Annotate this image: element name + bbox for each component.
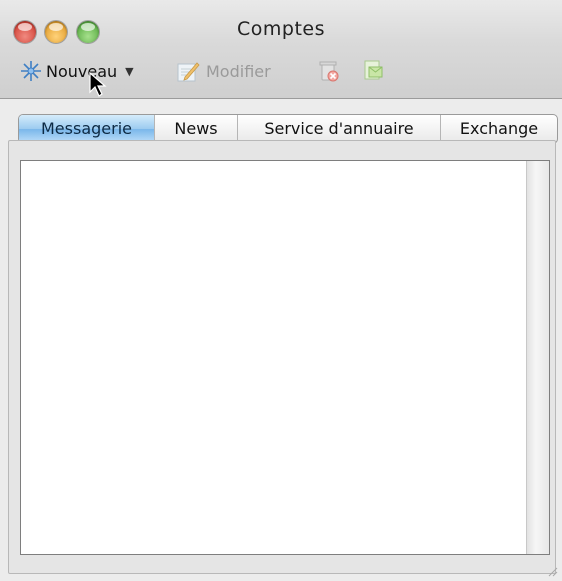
tab-exchange[interactable]: Exchange: [440, 115, 557, 143]
toolbar: Nouveau ▼ Modifier: [0, 44, 562, 99]
edit-account-button[interactable]: Modifier: [176, 60, 271, 82]
accounts-window: Comptes Nouveau ▼ Modifier Messagerie Ne…: [0, 0, 562, 581]
mouse-pointer-icon: [89, 72, 107, 97]
title-bar[interactable]: Comptes: [0, 0, 562, 44]
resize-grip-icon[interactable]: [546, 565, 558, 577]
star-icon: [21, 61, 41, 81]
send-receive-button[interactable]: [362, 60, 384, 82]
edit-account-label: Modifier: [206, 61, 271, 81]
tab-directory-service[interactable]: Service d'annuaire: [237, 115, 440, 143]
accounts-list[interactable]: [20, 160, 550, 555]
send-receive-icon: [364, 60, 383, 80]
delete-account-button[interactable]: [318, 60, 340, 82]
edit-icon: [177, 62, 200, 82]
caret-down-icon[interactable]: ▼: [125, 65, 133, 78]
window-title: Comptes: [237, 18, 325, 40]
trash-icon: [319, 61, 339, 82]
tab-news[interactable]: News: [154, 115, 237, 143]
tab-messagerie[interactable]: Messagerie: [19, 115, 154, 143]
vertical-scrollbar[interactable]: [526, 161, 549, 554]
